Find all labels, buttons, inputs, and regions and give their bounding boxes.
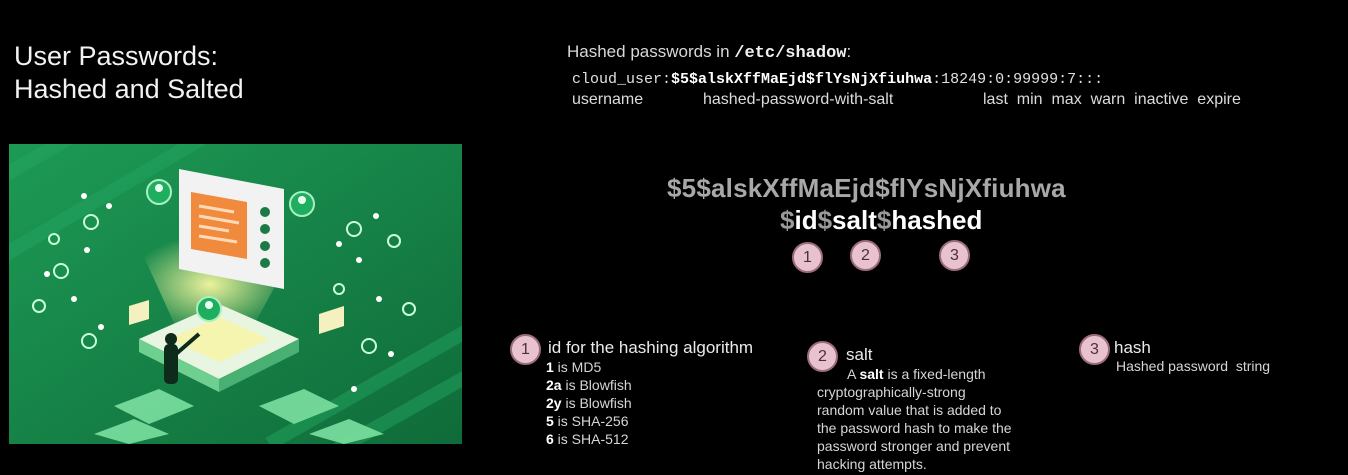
salt-desc-line: the password hash to make the [817, 420, 1012, 436]
shadow-entry-hash: $5$alskXffMaEjd$flYsNjXfiuhwa [671, 71, 933, 88]
format-hashed: hashed [891, 205, 983, 235]
id-section-list: 1 is MD5 2a is Blowfish 2y is Blowfish 5… [546, 358, 632, 448]
slide-title-line-2: Hashed and Salted [14, 74, 244, 104]
format-delim-1: $ [780, 205, 795, 235]
id-section-title: id for the hashing algorithm [548, 338, 754, 357]
shadow-entry-rest: :18249:0:99999:7::: [932, 71, 1104, 88]
id-item: 2a is Blowfish [546, 377, 632, 393]
format-delim-2: $ [817, 205, 833, 235]
salt-desc-line: password stronger and prevent [817, 438, 1010, 454]
hash-format: $id$salt$hashed [780, 205, 982, 236]
field-label-username: username [572, 91, 644, 108]
id-item: 1 is MD5 [546, 359, 602, 375]
badge-2: 2 [850, 240, 881, 271]
salt-desc-line: A salt is a fixed-length [847, 366, 986, 382]
format-id: id [794, 205, 818, 235]
format-delim-3: $ [876, 205, 892, 235]
shadow-heading-path: /etc/shadow [734, 44, 847, 63]
id-item: 6 is SHA-512 [546, 431, 629, 447]
field-label-hash: hashed-password-with-salt [703, 91, 894, 108]
badge-1: 1 [792, 242, 823, 273]
salt-desc-line: hacking attempts. [817, 456, 927, 472]
shadow-heading: Hashed passwords in /etc/shadow: [567, 42, 851, 63]
hash-example: $5$alskXffMaEjd$flYsNjXfiuhwa [667, 173, 1066, 203]
salt-description: A salt is a fixed-length cryptographical… [817, 365, 1012, 473]
id-item: 2y is Blowfish [546, 395, 632, 411]
slide-title-line-1: User Passwords: [14, 41, 219, 71]
format-salt: salt [832, 205, 877, 235]
salt-section-title: salt [846, 345, 873, 364]
hash-section-desc: Hashed password string [1116, 358, 1271, 374]
hash-section-badge: 3 [1079, 334, 1110, 365]
badge-3: 3 [939, 240, 970, 271]
field-label-rest: last min max warn inactive expire [983, 91, 1241, 108]
salt-desc-line: random value that is added to [817, 402, 1002, 418]
id-section-badge: 1 [510, 334, 541, 365]
shadow-entry-line: cloud_user:$5$alskXffMaEjd$flYsNjXfiuhwa… [572, 71, 1103, 88]
id-item: 5 is SHA-256 [546, 413, 629, 429]
slide-title: User Passwords: Hashed and Salted [14, 40, 244, 106]
browser-window-icon [179, 169, 284, 289]
shadow-heading-prefix: Hashed passwords in [567, 42, 735, 61]
salt-desc-line: cryptographically-strong [817, 384, 966, 400]
security-illustration [9, 144, 462, 444]
shadow-heading-suffix: : [846, 42, 852, 61]
shadow-entry-user: cloud_user: [572, 71, 672, 88]
hash-section-title: hash [1114, 338, 1151, 357]
